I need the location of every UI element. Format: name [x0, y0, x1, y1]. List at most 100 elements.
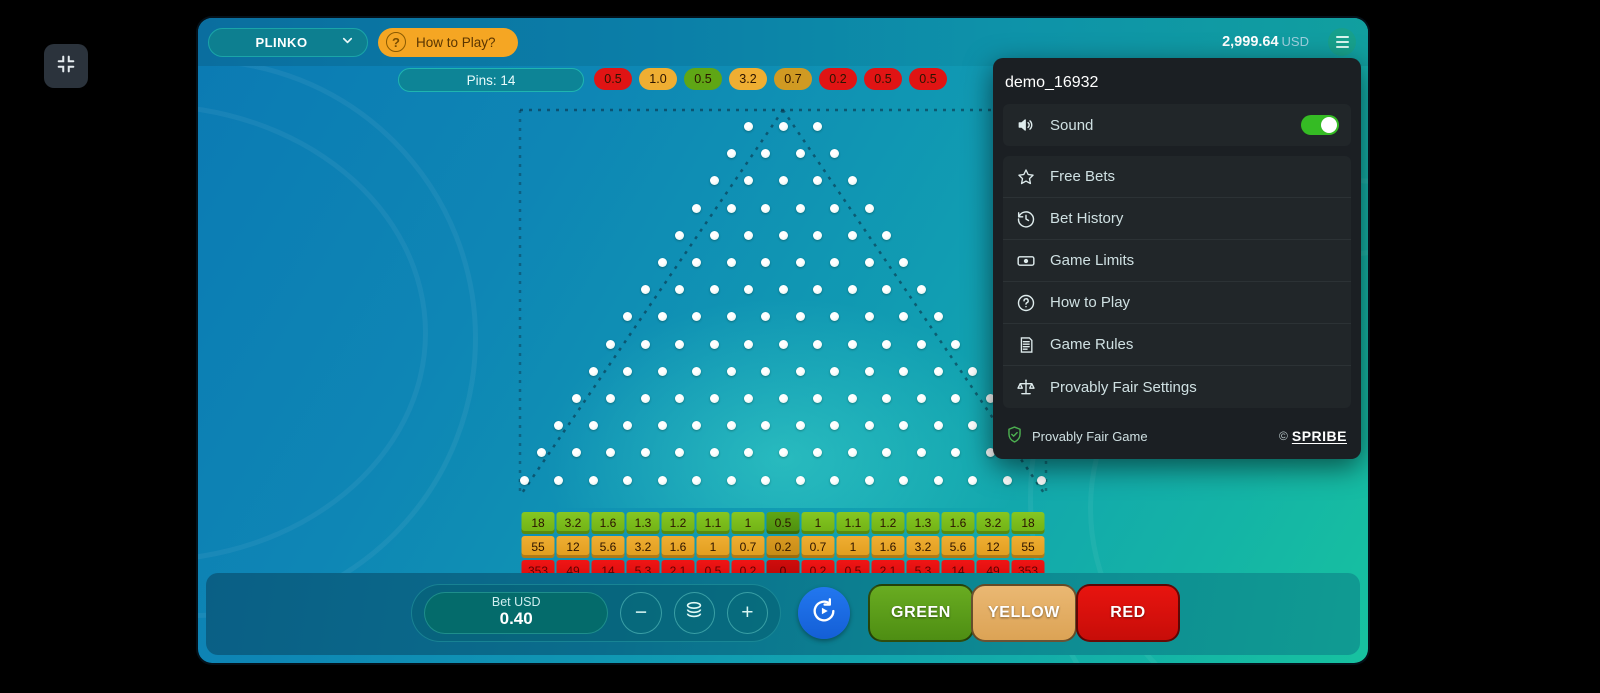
pin — [692, 258, 702, 267]
pin — [709, 230, 719, 240]
pin — [968, 366, 978, 376]
pin — [744, 230, 753, 240]
bottom-control-bar: Bet USD 0.40 − + GREEN YELLOW RED — [206, 573, 1360, 655]
pin — [916, 339, 926, 349]
history-clock-icon — [1015, 209, 1037, 229]
payout-cell: 1.3 — [906, 512, 940, 534]
pin — [795, 203, 805, 213]
balance-display: 2,999.64 USD — [1222, 34, 1309, 50]
history-chip[interactable]: 0.2 — [819, 68, 857, 90]
pin — [657, 475, 667, 485]
pin — [916, 394, 926, 403]
pin — [813, 339, 822, 349]
bet-chips-button[interactable] — [673, 592, 715, 634]
pin — [882, 394, 891, 403]
bet-increase-button[interactable]: + — [726, 592, 769, 634]
history-chip[interactable]: 3.2 — [729, 68, 767, 90]
bet-yellow-label: YELLOW — [987, 604, 1061, 621]
history-chip[interactable]: 0.7 — [774, 68, 812, 90]
pins-selector[interactable]: Pins: 14 — [398, 68, 584, 92]
pin — [830, 149, 840, 159]
history-chip[interactable]: 0.5 — [594, 68, 632, 90]
payout-cell: 1 — [731, 512, 765, 534]
bet-red-button[interactable]: RED — [1076, 584, 1180, 642]
collapse-fullscreen-icon — [55, 53, 77, 80]
pin — [968, 421, 978, 431]
payout-cell: 1 — [801, 512, 835, 534]
payout-cell: 1.1 — [836, 512, 870, 534]
plus-icon: + — [741, 601, 754, 624]
payout-cell: 5.6 — [591, 536, 625, 558]
pin — [726, 475, 736, 485]
payout-cell: 5.6 — [941, 536, 975, 558]
chevron-down-icon — [340, 33, 355, 51]
pin — [813, 394, 822, 403]
menu-item-game-rules[interactable]: Game Rules — [1003, 324, 1351, 366]
game-selector[interactable]: PLINKO — [208, 27, 368, 57]
payout-table: 18 3.2 1.6 1.3 1.2 1.1 1 0.5 1 1.1 1.2 1.3 1.6 3.2 18 … — [521, 512, 1045, 582]
bet-value: 0.40 — [499, 609, 533, 628]
pin — [864, 258, 874, 267]
minus-icon: − — [634, 601, 648, 624]
menu-item-bet-history[interactable]: Bet History — [1003, 198, 1351, 240]
pin — [778, 394, 788, 403]
pin — [933, 366, 943, 376]
pin — [813, 285, 822, 295]
screen: PLINKO ? How to Play? 2,999.64 USD Pins: … — [0, 0, 1600, 693]
pin — [554, 421, 564, 431]
pin — [847, 339, 857, 349]
menu-item-sound[interactable]: Sound — [1003, 104, 1351, 146]
auto-play-button[interactable] — [798, 587, 850, 639]
pin — [968, 475, 978, 485]
payout-cell: 3.2 — [626, 536, 660, 558]
pin — [606, 339, 615, 349]
bet-decrease-button[interactable]: − — [620, 592, 662, 634]
spribe-brand[interactable]: © SPRIBE — [1279, 428, 1347, 444]
main-menu-dropdown: demo_16932 Sound Free Bets Bet History Gam… — [993, 58, 1361, 459]
history-chip[interactable]: 0.5 — [864, 68, 902, 90]
menu-footer: Provably Fair Game © SPRIBE — [993, 418, 1361, 459]
document-icon — [1015, 335, 1037, 355]
history-chip[interactable]: 1.0 — [639, 68, 677, 90]
pin — [726, 149, 736, 159]
bet-green-button[interactable]: GREEN — [868, 584, 974, 642]
history-chip[interactable]: 0.5 — [684, 68, 722, 90]
pin — [864, 203, 874, 213]
sound-toggle[interactable] — [1301, 115, 1339, 135]
payout-cell: 18 — [521, 512, 555, 534]
menu-item-label: How to Play — [1050, 294, 1131, 311]
hamburger-menu-icon[interactable] — [1328, 28, 1356, 56]
payout-cell: 3.2 — [556, 512, 590, 534]
pin — [899, 366, 909, 376]
payout-cell: 3.2 — [906, 536, 940, 558]
menu-item-provably-fair-settings[interactable]: Provably Fair Settings — [1003, 366, 1351, 408]
payout-cell: 3.2 — [976, 512, 1010, 534]
menu-item-how-to-play[interactable]: How to Play — [1003, 282, 1351, 324]
menu-item-label: Free Bets — [1050, 168, 1116, 185]
game-frame: PLINKO ? How to Play? 2,999.64 USD Pins: … — [198, 18, 1368, 663]
pin — [744, 394, 753, 403]
menu-item-game-limits[interactable]: Game Limits — [1003, 240, 1351, 282]
pin — [744, 448, 753, 458]
bet-yellow-button[interactable]: YELLOW — [971, 584, 1077, 642]
chip-stack-icon — [683, 599, 705, 627]
pin — [709, 448, 719, 458]
pin — [726, 312, 736, 322]
history-chip[interactable]: 0.5 — [909, 68, 947, 90]
pin — [692, 421, 702, 431]
pin — [847, 230, 857, 240]
menu-item-free-bets[interactable]: Free Bets — [1003, 156, 1351, 198]
pin — [882, 285, 891, 295]
payout-cell: 0.2 — [766, 536, 800, 558]
pin — [813, 176, 822, 186]
shield-check-icon — [1005, 425, 1024, 447]
speaker-icon — [1015, 115, 1037, 135]
pin — [847, 285, 857, 295]
menu-sound-label: Sound — [1050, 116, 1094, 134]
pin — [709, 176, 719, 186]
exit-fullscreen-button[interactable] — [44, 44, 88, 88]
bet-amount-field[interactable]: Bet USD 0.40 — [424, 592, 609, 634]
pin — [795, 149, 805, 159]
pin — [916, 448, 926, 458]
how-to-play-button[interactable]: ? How to Play? — [378, 27, 518, 57]
